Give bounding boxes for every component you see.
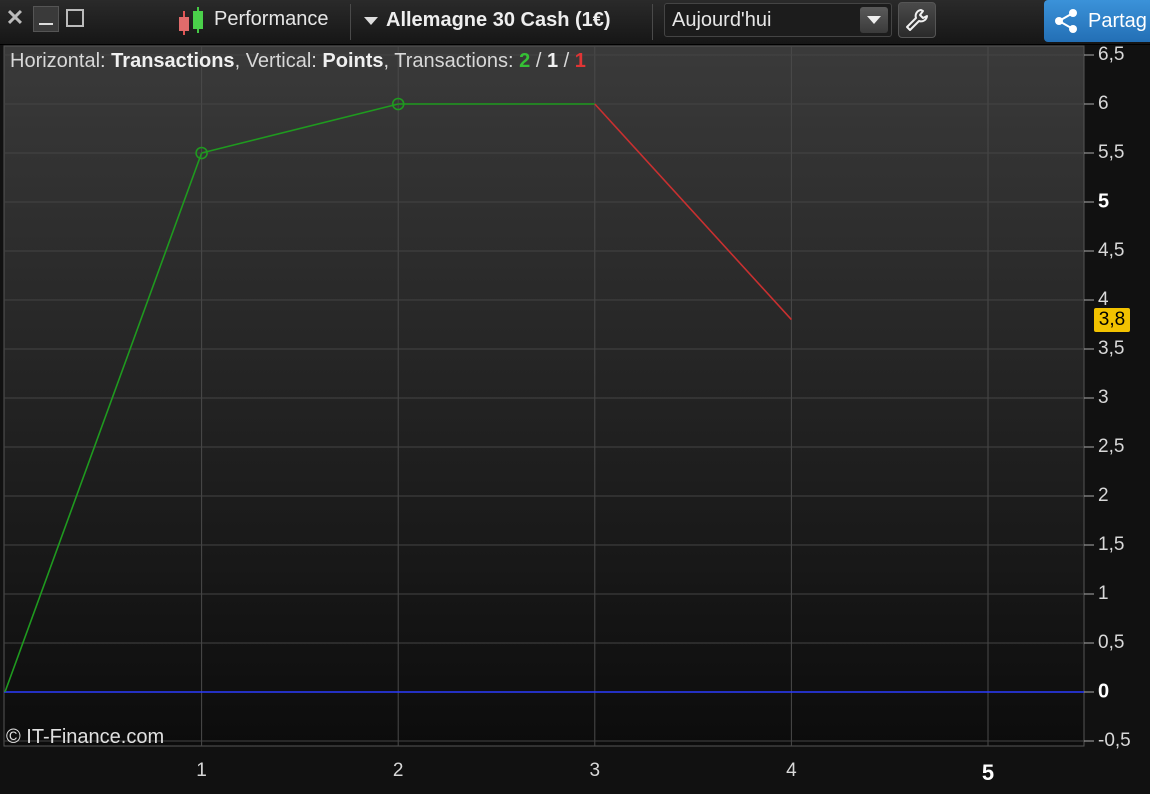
x-tick-label: 3 bbox=[589, 760, 601, 781]
vertical-label: Vertical: bbox=[245, 50, 317, 72]
horizontal-value: Transactions bbox=[111, 50, 235, 72]
y-tick-label: 0,5 bbox=[1098, 632, 1125, 653]
neutral-count: 1 bbox=[546, 50, 559, 72]
count-separator: / bbox=[535, 50, 542, 72]
y-tick-label: 0 bbox=[1098, 680, 1110, 703]
y-tick-label: 1 bbox=[1098, 583, 1109, 604]
x-tick-label: 1 bbox=[196, 760, 207, 781]
info-separator: , bbox=[234, 50, 241, 72]
y-tick-label: 3,5 bbox=[1098, 338, 1125, 359]
performance-chart[interactable] bbox=[0, 0, 1150, 794]
x-tick-label: 2 bbox=[392, 760, 404, 781]
x-tick-label: 5 bbox=[981, 760, 995, 785]
y-tick-label: 5 bbox=[1098, 190, 1110, 213]
y-tick-label: 2 bbox=[1098, 485, 1109, 506]
chart-info: Horizontal: Transactions, Vertical: Poin… bbox=[10, 50, 586, 73]
transactions-label: Transactions: bbox=[394, 50, 514, 72]
y-tick-label: 4,5 bbox=[1098, 240, 1125, 261]
info-separator: , bbox=[383, 50, 390, 72]
plot-area bbox=[3, 45, 1085, 747]
win-count: 2 bbox=[519, 50, 531, 72]
y-tick-label: 3 bbox=[1098, 387, 1109, 408]
copyright-notice: © IT-Finance.com bbox=[6, 726, 165, 748]
y-tick-label: 1,5 bbox=[1098, 534, 1125, 555]
horizontal-label: Horizontal: bbox=[10, 50, 106, 72]
loss-count: 1 bbox=[574, 50, 586, 72]
y-tick-label: -0,5 bbox=[1098, 730, 1131, 751]
y-tick-label: 6 bbox=[1098, 93, 1109, 114]
y-tick-label: 6,5 bbox=[1098, 44, 1125, 65]
last-value-badge: 3,8 bbox=[1094, 307, 1130, 332]
vertical-value: Points bbox=[322, 50, 384, 72]
y-tick-label: 2,5 bbox=[1098, 436, 1125, 457]
y-tick-label: 5,5 bbox=[1098, 142, 1125, 163]
x-tick-label: 4 bbox=[786, 760, 797, 781]
count-separator: / bbox=[563, 50, 570, 72]
